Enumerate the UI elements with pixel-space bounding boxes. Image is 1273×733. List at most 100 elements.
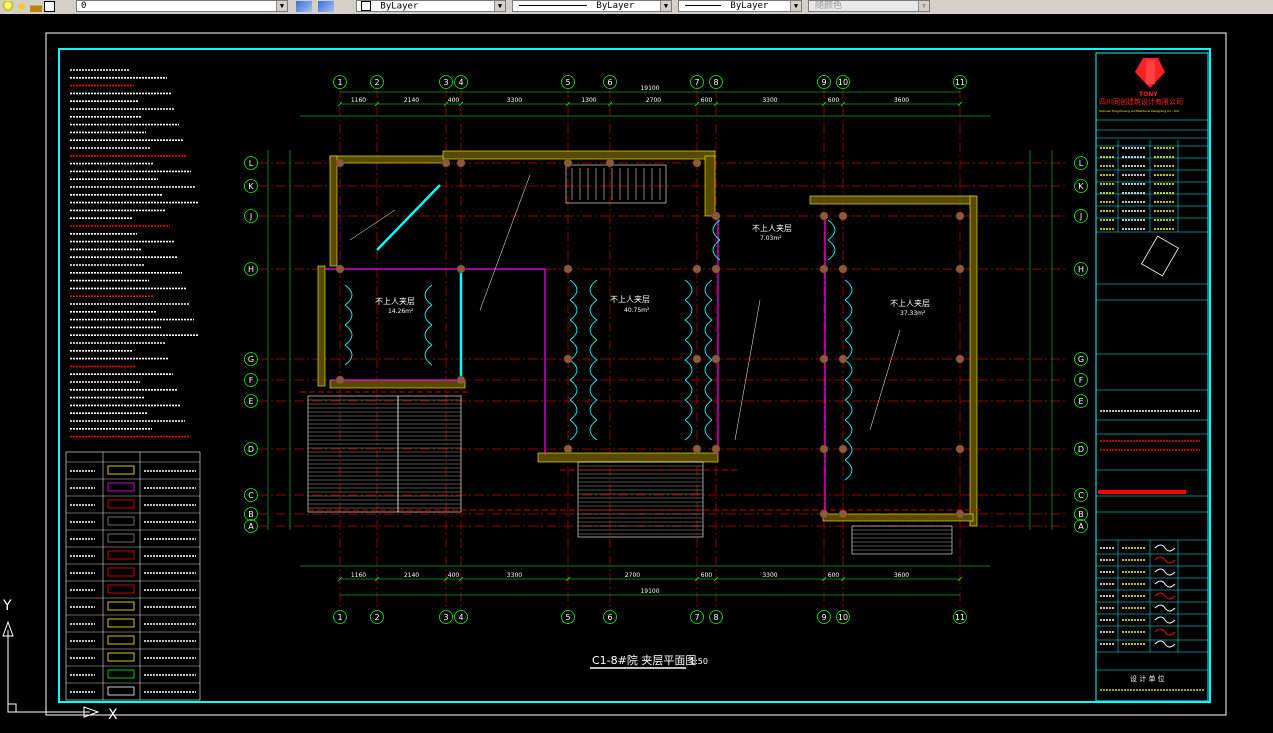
- door-swing: [569, 299, 578, 321]
- drawing-svg[interactable]: 11223344556677889910101111L LK KJ JH HG GF FE E…: [0, 14, 1273, 729]
- axis-label: K: [1078, 182, 1084, 191]
- linetype-value: ByLayer: [596, 1, 635, 11]
- door-swing: [712, 239, 721, 261]
- door-swing: [684, 379, 693, 401]
- layer-previous-icon[interactable]: [318, 1, 334, 12]
- structural-column: [563, 354, 573, 364]
- axis-label: 9: [821, 613, 826, 622]
- drawing-title-text: C1-8#院 夹层平面图: [592, 653, 696, 667]
- room-name: 不上人夹层: [375, 296, 415, 306]
- structural-column: [819, 264, 829, 274]
- layer-value: 0: [81, 1, 87, 11]
- chevron-down-icon[interactable]: ▼: [660, 1, 671, 11]
- lock-icon[interactable]: [30, 1, 42, 12]
- axis-label: A: [248, 522, 254, 531]
- axis-label: H: [1078, 265, 1084, 274]
- structural-column: [456, 158, 466, 168]
- door-swing: [569, 319, 578, 341]
- axis-label: B: [1078, 510, 1084, 519]
- roof-area: [307, 395, 399, 513]
- door-swing: [684, 359, 693, 381]
- door-swing: [704, 379, 713, 401]
- structural-column: [819, 444, 829, 454]
- axis-label: J: [249, 212, 252, 221]
- lineweight-dropdown[interactable]: ByLayer ▼: [678, 0, 802, 12]
- lightbulb-icon[interactable]: [2, 1, 14, 12]
- structural-column: [838, 509, 848, 519]
- properties-toolbar: 0 ▼ ByLayer ▼ ByLayer ▼ ByLayer ▼ 随颜色 ▼: [0, 0, 1273, 15]
- room-name: 不上人夹层: [890, 298, 930, 308]
- door-swing: [684, 339, 693, 361]
- design-notes: [70, 69, 199, 438]
- axis-label: A: [1078, 522, 1084, 531]
- door-swing: [589, 379, 598, 401]
- wall: [704, 155, 716, 217]
- color-value: ByLayer: [380, 1, 419, 12]
- structural-column: [692, 158, 702, 168]
- dimension-text: 2700: [625, 572, 640, 579]
- leader-line: [734, 299, 761, 441]
- door-swing: [844, 299, 853, 321]
- plotstyle-dropdown[interactable]: 随颜色 ▼: [808, 0, 930, 12]
- structural-column: [711, 354, 721, 364]
- door-swing: [684, 299, 693, 321]
- door-swing: [704, 359, 713, 381]
- chevron-down-icon[interactable]: ▼: [276, 1, 287, 11]
- room-name: 不上人夹层: [610, 294, 650, 304]
- room-area: 37.33m²: [900, 310, 926, 317]
- drawing-scale: 1:50: [690, 657, 708, 666]
- dimension-text: 1300: [581, 97, 596, 104]
- chevron-down-icon[interactable]: ▼: [494, 1, 505, 11]
- structural-column: [692, 264, 702, 274]
- wall: [329, 379, 466, 389]
- signature: [1154, 568, 1176, 576]
- door-swing: [704, 419, 713, 441]
- dimension-text: 2140: [404, 97, 419, 104]
- door-swing: [424, 284, 433, 306]
- chevron-down-icon[interactable]: ▼: [918, 1, 929, 11]
- dimension-text: 3600: [894, 97, 909, 104]
- legend-symbol: [107, 584, 135, 594]
- axis-label: 4: [458, 78, 463, 87]
- door-swing: [344, 304, 353, 326]
- model-space-canvas[interactable]: 1 1 2 2 3 3 4 4 5 5 6 6 7 7 8 8 9 9 10 10 11 11 L L K K J J H H G G F F E E…: [0, 14, 1273, 729]
- door-swing: [704, 339, 713, 361]
- axis-label: C: [248, 491, 254, 500]
- drawing-title: C1-8#院 夹层平面图 1:50: [590, 653, 708, 669]
- door-swing: [827, 239, 836, 261]
- legend-symbol: [107, 533, 135, 543]
- structural-column: [563, 444, 573, 454]
- sun-icon[interactable]: [16, 1, 28, 12]
- legend-symbol: [107, 567, 135, 577]
- axis-label: H: [248, 265, 254, 274]
- axis-label: 1: [337, 78, 342, 87]
- structural-column: [838, 444, 848, 454]
- roof-area: [397, 395, 462, 513]
- chevron-down-icon[interactable]: ▼: [790, 1, 801, 11]
- structural-column: [692, 354, 702, 364]
- linetype-dropdown[interactable]: ByLayer ▼: [512, 0, 672, 12]
- door-swing: [844, 319, 853, 341]
- structural-column: [838, 264, 848, 274]
- door-swing: [827, 219, 836, 241]
- titleblock-footer: 设 计 单 位: [1130, 674, 1165, 683]
- legend-symbol: [107, 516, 135, 526]
- make-current-layer-icon[interactable]: [296, 1, 312, 12]
- structural-column: [563, 264, 573, 274]
- door-swing: [684, 419, 693, 441]
- structural-column: [711, 211, 721, 221]
- door-swing: [589, 299, 598, 321]
- door-swing: [569, 399, 578, 421]
- structural-column: [838, 211, 848, 221]
- structural-column: [605, 158, 615, 168]
- axis-label: 2: [374, 613, 379, 622]
- layer-dropdown[interactable]: 0 ▼: [76, 0, 288, 12]
- axis-label: 10: [838, 78, 848, 87]
- dimension-text: 400: [448, 97, 460, 104]
- structural-column: [456, 264, 466, 274]
- color-dropdown[interactable]: ByLayer ▼: [356, 0, 506, 12]
- axis-label: 2: [374, 78, 379, 87]
- dimension-text: 400: [448, 572, 460, 579]
- axis-label: 10: [838, 613, 848, 622]
- color-swatch-icon[interactable]: [44, 1, 55, 12]
